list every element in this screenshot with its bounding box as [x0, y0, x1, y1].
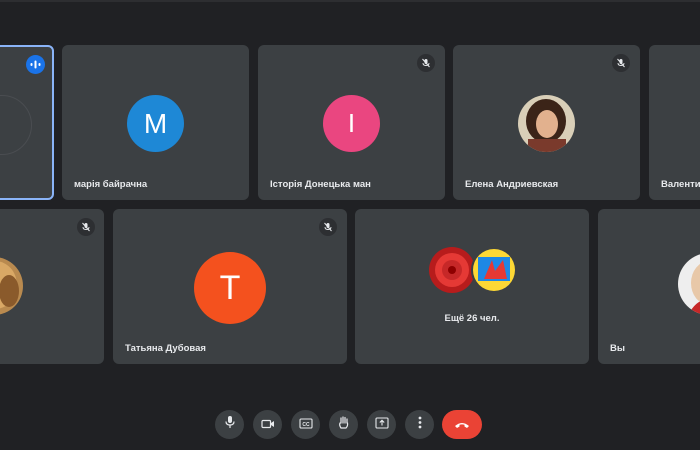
participant-tile[interactable]: Т Татьяна Дубовая	[113, 209, 347, 364]
participant-tile[interactable]: Елена Андриевская	[453, 45, 640, 200]
avatar: М	[127, 95, 184, 152]
avatar	[0, 257, 23, 315]
more-options-button[interactable]	[405, 410, 434, 439]
mic-off-icon	[77, 218, 95, 236]
more-participants-tile[interactable]: Ещё 26 чел.	[355, 209, 589, 364]
present-button[interactable]	[367, 410, 396, 439]
leave-call-button[interactable]	[442, 410, 482, 439]
mic-icon	[224, 415, 236, 434]
mic-off-icon	[319, 218, 337, 236]
participant-tile[interactable]	[0, 209, 104, 364]
end-call-icon	[454, 416, 470, 434]
videocam-icon	[260, 416, 275, 434]
more-participants-label: Ещё 26 чел.	[444, 313, 500, 324]
avatar	[429, 247, 475, 293]
participant-tile[interactable]: І Історія Донецька ман	[258, 45, 445, 200]
speaking-indicator-icon	[26, 55, 45, 74]
mic-button[interactable]	[215, 410, 244, 439]
closed-captions-icon: CC	[298, 416, 313, 434]
camera-button[interactable]	[253, 410, 282, 439]
present-screen-icon	[374, 416, 389, 434]
mic-off-icon	[612, 54, 630, 72]
participant-name: Вы	[610, 343, 625, 354]
top-edge	[0, 0, 700, 2]
avatar	[471, 247, 517, 293]
mic-off-icon	[417, 54, 435, 72]
raise-hand-button[interactable]	[329, 410, 358, 439]
participant-tile-speaking[interactable]	[0, 45, 54, 200]
avatar-ring	[0, 95, 32, 155]
participant-tile[interactable]: Валентина	[649, 45, 700, 200]
participant-name: Валентина	[661, 179, 700, 190]
svg-text:CC: CC	[302, 421, 310, 427]
participant-name: марія байрачна	[74, 179, 148, 190]
captions-button[interactable]: CC	[291, 410, 320, 439]
avatar	[518, 95, 575, 152]
raise-hand-icon	[337, 415, 350, 435]
participant-name: Елена Андриевская	[465, 179, 559, 190]
self-tile[interactable]: Вы	[598, 209, 700, 364]
more-vert-icon	[418, 416, 422, 434]
avatar	[678, 253, 700, 315]
avatar: І	[323, 95, 380, 152]
participant-tile[interactable]: М марія байрачна	[62, 45, 249, 200]
participant-name: Татьяна Дубовая	[125, 343, 206, 354]
participant-name: Історія Донецька ман	[270, 179, 371, 190]
avatar: Т	[194, 252, 266, 324]
